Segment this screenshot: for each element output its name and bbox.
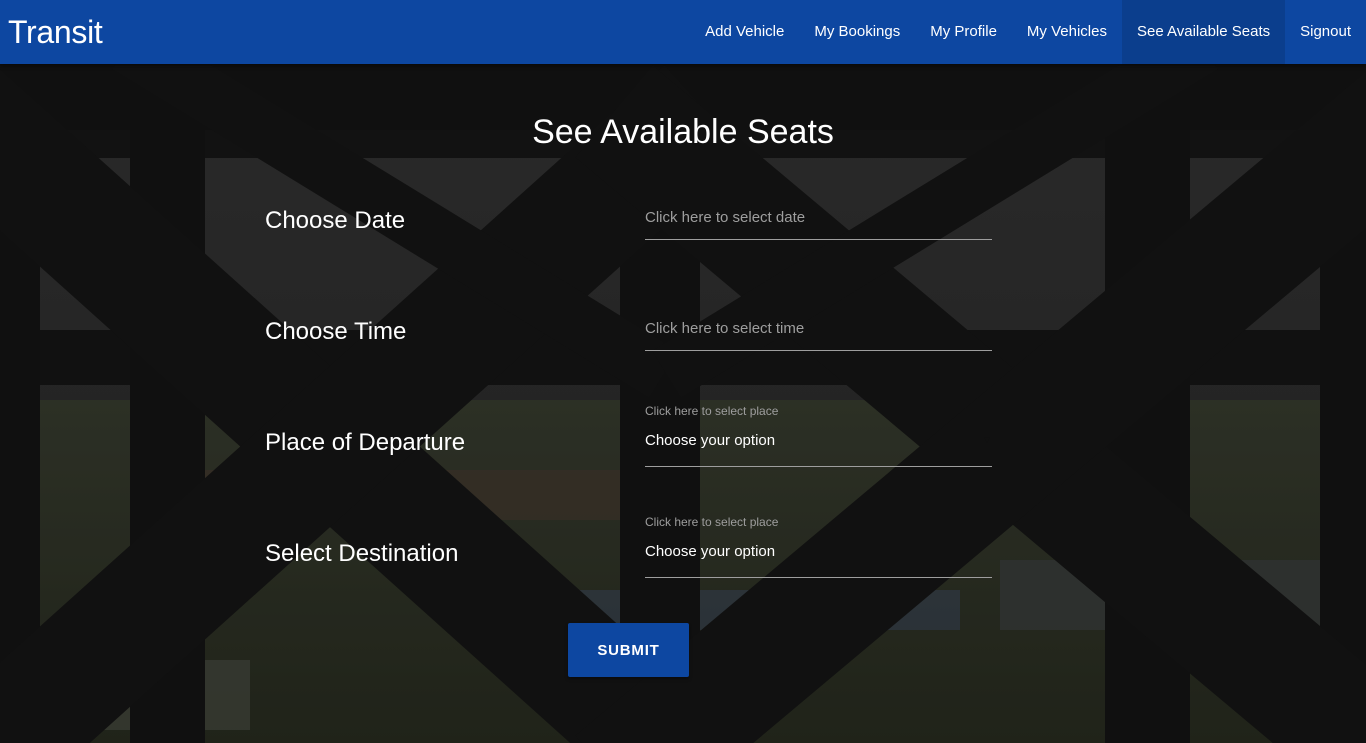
submit-button[interactable]: SUBMIT <box>568 623 689 677</box>
nav-menu: Add Vehicle My Bookings My Profile My Ve… <box>690 0 1366 64</box>
nav-my-bookings[interactable]: My Bookings <box>799 0 915 64</box>
choose-time-label: Choose Time <box>265 318 407 345</box>
page-title: See Available Seats <box>532 113 834 151</box>
brand-logo[interactable]: Transit <box>8 12 103 52</box>
nav-my-profile[interactable]: My Profile <box>915 0 1012 64</box>
top-navbar: Transit Add Vehicle My Bookings My Profi… <box>0 0 1366 64</box>
dropdown-caret-icon: ▼ <box>982 435 992 446</box>
nav-add-vehicle[interactable]: Add Vehicle <box>690 0 799 64</box>
departure-select-hint: Click here to select place <box>645 404 779 418</box>
destination-select[interactable]: Click here to select place Choose your o… <box>645 515 992 578</box>
nav-see-available-seats[interactable]: See Available Seats <box>1121 0 1286 64</box>
time-input[interactable] <box>645 306 992 350</box>
choose-date-label: Choose Date <box>265 207 406 234</box>
departure-label: Place of Departure <box>265 429 466 456</box>
nav-signout[interactable]: Signout <box>1285 0 1366 64</box>
nav-my-vehicles[interactable]: My Vehicles <box>1012 0 1122 64</box>
departure-select[interactable]: Click here to select place Choose your o… <box>645 404 992 467</box>
departure-selected-value: Choose your option <box>645 432 776 449</box>
destination-select-hint: Click here to select place <box>645 515 779 529</box>
date-field <box>645 195 992 240</box>
time-field <box>645 306 992 351</box>
destination-selected-value: Choose your option <box>645 543 776 560</box>
date-input[interactable] <box>645 195 992 239</box>
destination-label: Select Destination <box>265 540 459 567</box>
